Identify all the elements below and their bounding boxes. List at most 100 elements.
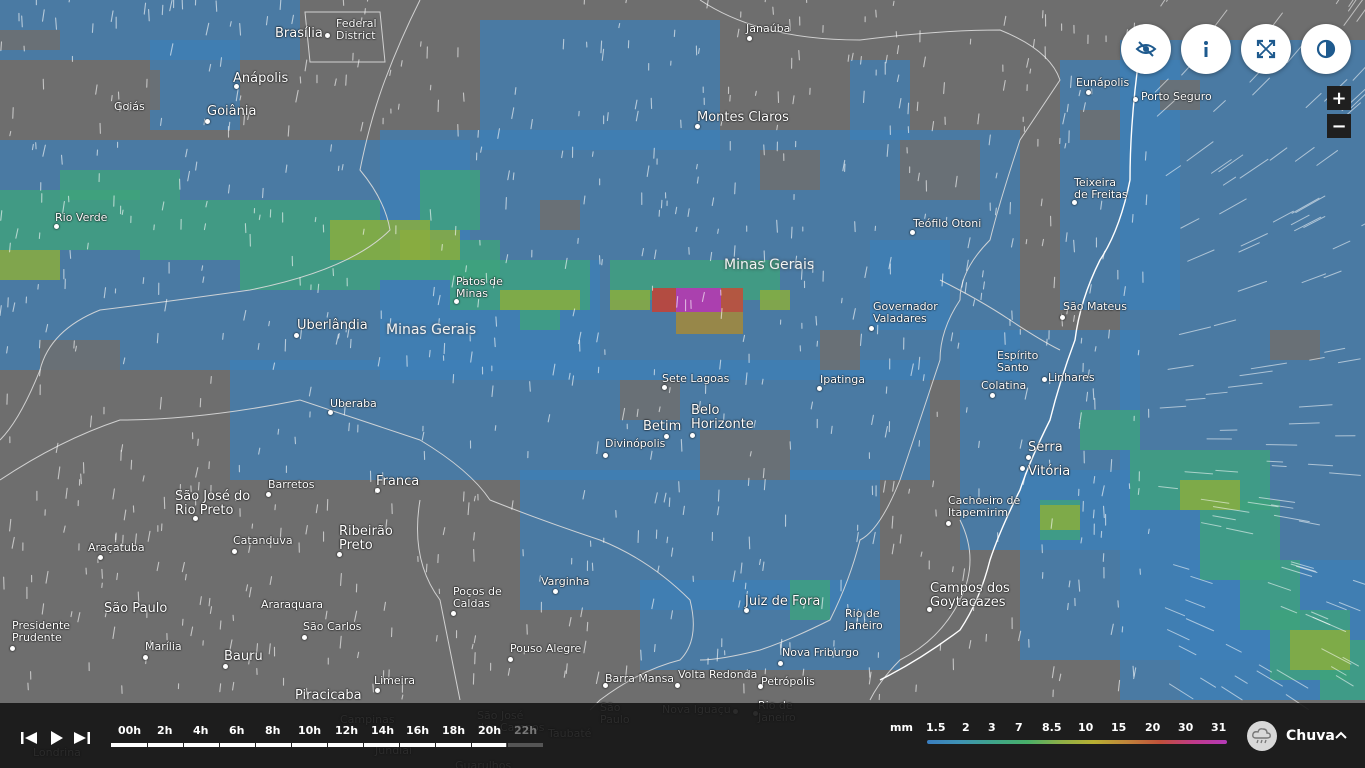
timeline-hour-label[interactable]: 6h bbox=[229, 724, 245, 737]
timeline-slider[interactable] bbox=[111, 743, 543, 747]
city-label: Petrópolis bbox=[761, 675, 815, 688]
city-marker bbox=[98, 555, 103, 560]
play-button[interactable] bbox=[45, 727, 67, 749]
city-marker bbox=[1060, 315, 1065, 320]
city-label: São Paulo bbox=[104, 601, 168, 616]
legend-value: 2 bbox=[962, 721, 970, 734]
city-label: Araçatuba bbox=[88, 541, 145, 554]
timeline-hour-label[interactable]: 22h bbox=[514, 724, 537, 737]
region-label: Minas Gerais bbox=[724, 257, 815, 273]
city-label: São José do Rio Preto bbox=[175, 489, 251, 518]
city-label: Janaúba bbox=[746, 22, 791, 35]
timeline-hour-label[interactable]: 20h bbox=[478, 724, 501, 737]
city-label: Teixeira de Freitas bbox=[1074, 176, 1128, 201]
zoom-out-button[interactable]: − bbox=[1327, 114, 1351, 138]
city-marker bbox=[375, 688, 380, 693]
city-label: Linhares bbox=[1048, 371, 1095, 384]
legend-value: 30 bbox=[1178, 721, 1194, 734]
city-label: Goiânia bbox=[207, 104, 257, 119]
city-marker bbox=[744, 608, 749, 613]
city-label: Bauru bbox=[224, 649, 263, 664]
city-label: Varginha bbox=[541, 575, 590, 588]
timeline-hour-label[interactable]: 8h bbox=[265, 724, 281, 737]
skip-back-button[interactable] bbox=[18, 727, 40, 749]
city-label: Ipatinga bbox=[820, 373, 866, 386]
fullscreen-button[interactable] bbox=[1241, 24, 1291, 74]
play-icon bbox=[51, 731, 63, 745]
city-marker bbox=[946, 521, 951, 526]
legend-value: 31 bbox=[1211, 721, 1227, 734]
city-marker bbox=[690, 433, 695, 438]
skip-forward-button[interactable] bbox=[71, 727, 93, 749]
city-marker bbox=[927, 607, 932, 612]
city-marker bbox=[1026, 455, 1031, 460]
legend-value: 8.5 bbox=[1042, 721, 1062, 734]
zoom-in-button[interactable]: + bbox=[1327, 86, 1351, 110]
timeline-hour-label[interactable]: 10h bbox=[298, 724, 321, 737]
layer-selector-button[interactable] bbox=[1247, 721, 1277, 751]
bottom-bar: 00h 2h 4h 6h 8h 10h 12h 14h 16h 18h 20h 22h mm 1.5 2… bbox=[0, 703, 1365, 768]
timeline-hour-label[interactable]: 12h bbox=[335, 724, 358, 737]
city-marker bbox=[553, 589, 558, 594]
rain-cloud-icon bbox=[1252, 728, 1271, 744]
city-label: Piracicaba bbox=[295, 688, 362, 703]
city-label: Rio de Janeiro bbox=[845, 607, 883, 632]
city-marker bbox=[1020, 466, 1025, 471]
city-label: Brasília bbox=[275, 26, 323, 41]
city-marker bbox=[337, 552, 342, 557]
city-marker bbox=[1072, 200, 1077, 205]
city-label: Vitória bbox=[1028, 464, 1071, 479]
hide-layer-button[interactable] bbox=[1121, 24, 1171, 74]
city-label: Presidente Prudente bbox=[12, 619, 71, 644]
city-label: Montes Claros bbox=[697, 110, 789, 125]
contrast-button[interactable] bbox=[1301, 24, 1351, 74]
timeline-tick bbox=[327, 743, 328, 747]
city-marker bbox=[758, 684, 763, 689]
city-label: Patos de Minas bbox=[456, 275, 503, 300]
city-marker bbox=[232, 549, 237, 554]
timeline-hour-label[interactable]: 2h bbox=[157, 724, 173, 737]
city-label: Divinópolis bbox=[605, 437, 666, 450]
city-label: Federal District bbox=[336, 17, 377, 42]
legend-value: 3 bbox=[988, 721, 996, 734]
city-marker bbox=[990, 393, 995, 398]
city-marker bbox=[328, 410, 333, 415]
city-label: Limeira bbox=[374, 674, 415, 687]
city-label: Campos dos Goytacazes bbox=[930, 581, 1010, 610]
city-marker bbox=[603, 453, 608, 458]
layer-label[interactable]: Chuva bbox=[1286, 728, 1335, 744]
city-label: Catanduva bbox=[233, 534, 293, 547]
city-label: Betim bbox=[643, 419, 682, 434]
skip-forward-icon bbox=[74, 732, 90, 744]
legend-value: 15 bbox=[1111, 721, 1127, 734]
chevron-up-icon[interactable] bbox=[1335, 730, 1347, 740]
city-label: Cachoeiro de Itapemirim bbox=[948, 494, 1021, 519]
city-label: Rio Verde bbox=[55, 211, 108, 224]
city-marker bbox=[695, 124, 700, 129]
info-icon bbox=[1204, 41, 1208, 57]
city-label: Eunápolis bbox=[1076, 76, 1130, 89]
timeline-hour-label[interactable]: 18h bbox=[442, 724, 465, 737]
weather-map[interactable]: Brasília Federal District Anápolis Goiás Goi… bbox=[0, 0, 1365, 768]
region-label: Minas Gerais bbox=[386, 322, 477, 338]
city-label: Uberlândia bbox=[297, 318, 368, 333]
city-marker bbox=[603, 683, 608, 688]
timeline-hour-label[interactable]: 14h bbox=[371, 724, 394, 737]
city-label: Araraquara bbox=[261, 598, 324, 611]
city-marker bbox=[675, 683, 680, 688]
city-label: Barra Mansa bbox=[605, 672, 675, 685]
timeline-hour-label[interactable]: 00h bbox=[118, 724, 141, 737]
city-marker bbox=[234, 84, 239, 89]
city-marker bbox=[1086, 90, 1091, 95]
city-marker bbox=[266, 492, 271, 497]
city-marker bbox=[869, 326, 874, 331]
city-marker bbox=[10, 646, 15, 651]
timeline-hour-label[interactable]: 16h bbox=[406, 724, 429, 737]
city-label: Uberaba bbox=[330, 397, 377, 410]
timeline-hour-label[interactable]: 4h bbox=[193, 724, 209, 737]
city-marker bbox=[193, 516, 198, 521]
city-marker bbox=[294, 333, 299, 338]
info-button[interactable] bbox=[1181, 24, 1231, 74]
city-label: Serra bbox=[1028, 440, 1063, 455]
city-label: Goiás bbox=[114, 100, 145, 113]
